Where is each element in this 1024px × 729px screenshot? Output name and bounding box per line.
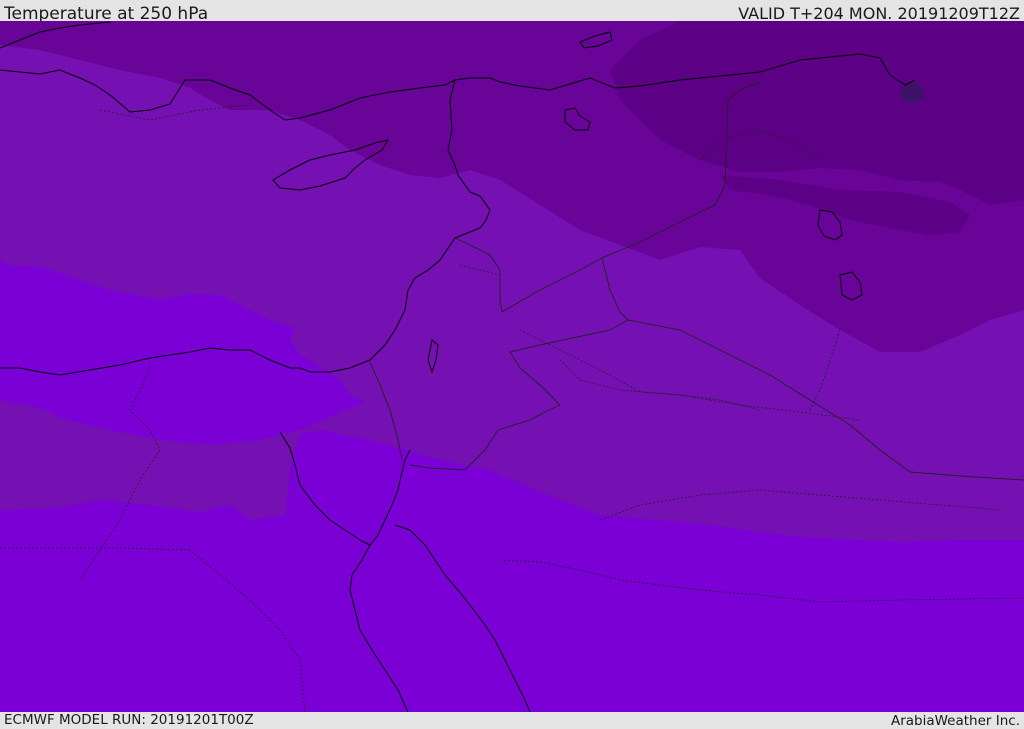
footer-bar: ECMWF MODEL RUN: 20191201T00Z ArabiaWeat… — [0, 712, 1024, 729]
temperature-map — [0, 21, 1024, 712]
header-bar: Temperature at 250 hPa VALID T+204 MON. … — [0, 0, 1024, 24]
model-run-label: ECMWF MODEL RUN: 20191201T00Z — [4, 712, 254, 728]
credit-label: ArabiaWeather Inc. — [890, 713, 1020, 729]
